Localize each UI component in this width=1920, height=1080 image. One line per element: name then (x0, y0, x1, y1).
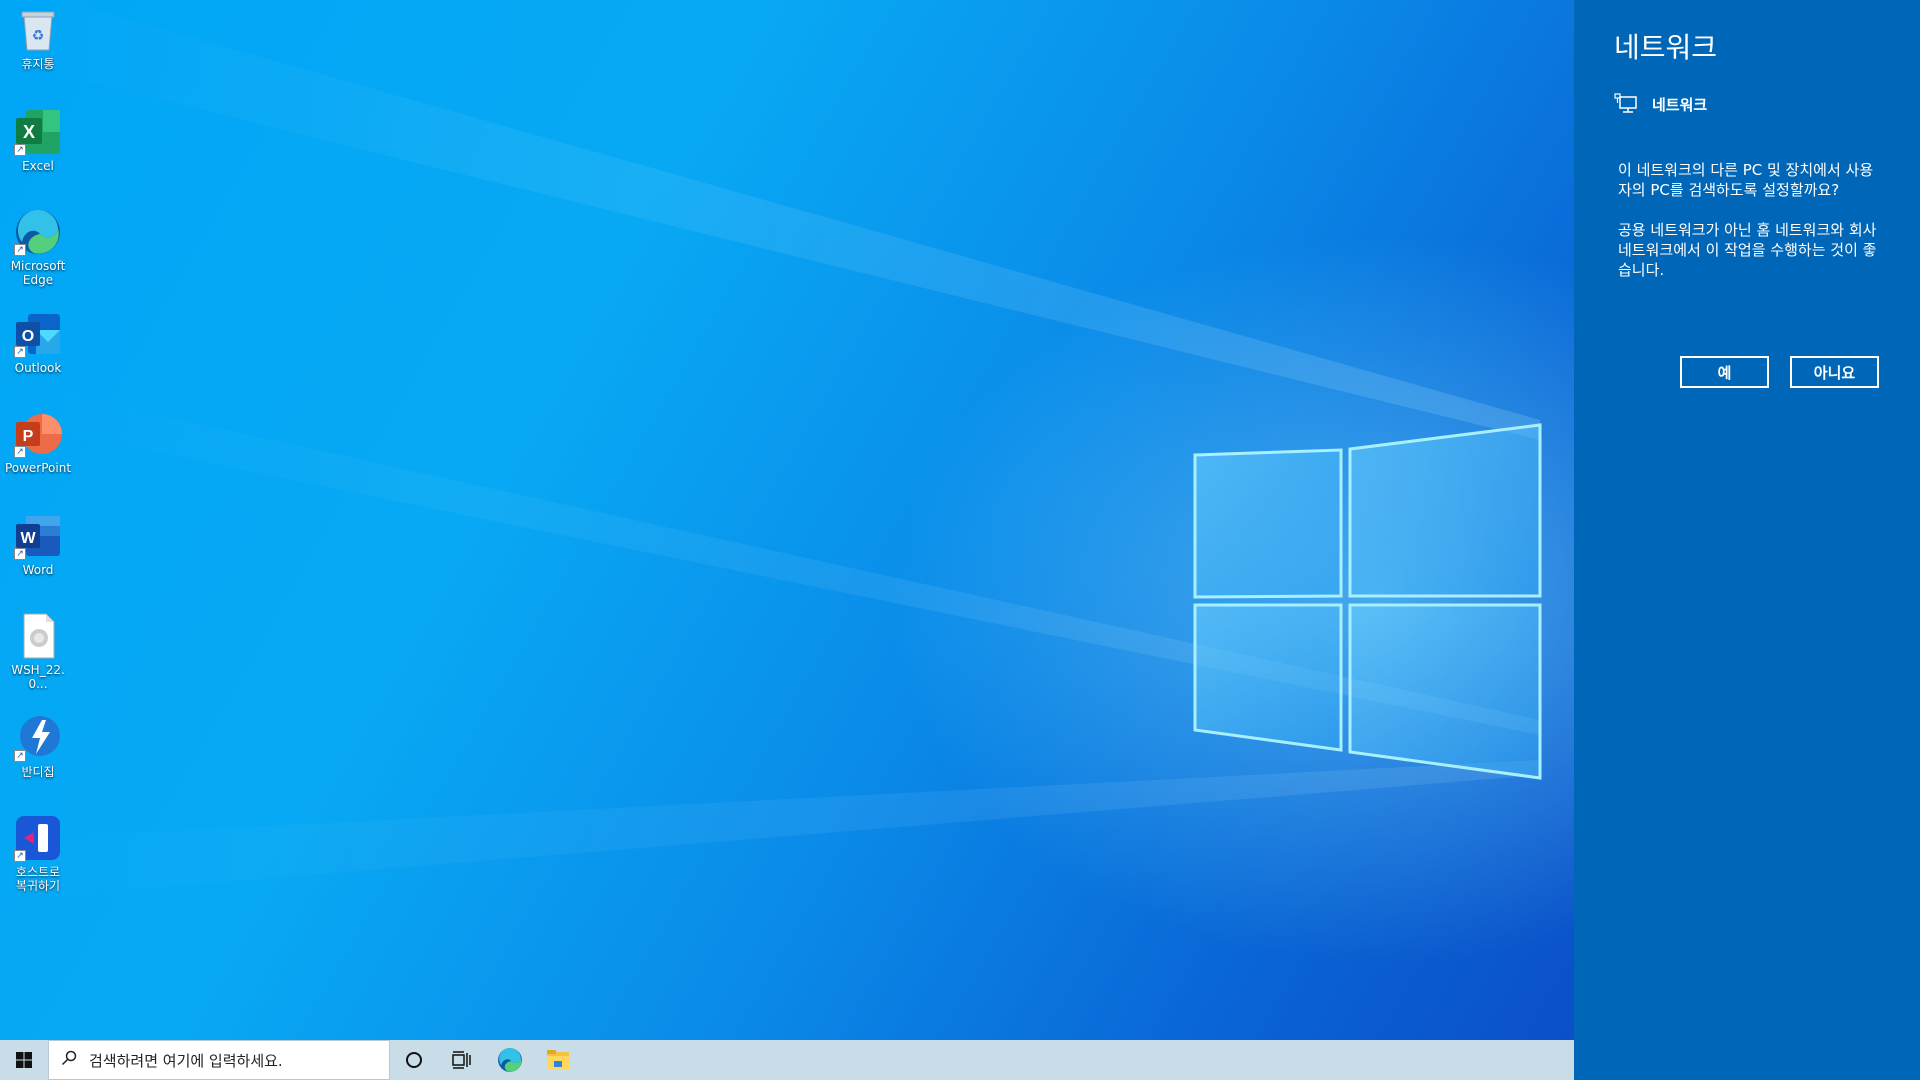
excel-icon: X ↗ (14, 108, 62, 156)
start-icon (16, 1052, 32, 1068)
network-item: 네트워크 (1614, 93, 1707, 115)
recycle-bin-icon: ♻ (14, 6, 62, 54)
taskbar-edge-button[interactable] (486, 1040, 534, 1080)
outlook-icon: O ↗ (14, 310, 62, 358)
discovery-question: 이 네트워크의 다른 PC 및 장치에서 사용자의 PC를 검색하도록 설정할까… (1618, 161, 1874, 199)
desktop-icon-word[interactable]: W ↗ Word (2, 512, 74, 577)
svg-text:♻: ♻ (32, 28, 45, 44)
desktop-icon-wsh-file[interactable]: WSH_22.0... (2, 612, 74, 691)
shortcut-arrow-icon: ↗ (14, 548, 26, 560)
shortcut-arrow-icon: ↗ (14, 446, 26, 458)
network-name: 네트워크 (1652, 95, 1708, 114)
desktop-icon-bandizip[interactable]: ↗ 반디집 (2, 714, 74, 779)
network-discovery-prompt: 이 네트워크의 다른 PC 및 장치에서 사용자의 PC를 검색하도록 설정할까… (1618, 160, 1878, 300)
desktop-icon-outlook[interactable]: O ↗ Outlook (2, 310, 74, 375)
svg-text:W: W (20, 530, 36, 547)
shortcut-arrow-icon: ↗ (14, 244, 26, 256)
desktop-icon-label: 휴지통 (21, 57, 55, 71)
svg-text:P: P (23, 428, 34, 445)
search-placeholder: 검색하려면 여기에 입력하세요. (89, 1051, 283, 1070)
file-explorer-icon (547, 1050, 569, 1069)
desktop-icon-label: 호스트로 복귀하기 (15, 865, 61, 893)
taskbar-search-box[interactable]: 검색하려면 여기에 입력하세요. (48, 1040, 390, 1080)
desktop-icon-label: PowerPoint (4, 461, 72, 475)
network-flyout: 네트워크 네트워크 이 네트워크의 다른 PC 및 장치에서 사용자의 PC를 … (1574, 0, 1920, 1080)
panel-title: 네트워크 (1614, 31, 1718, 64)
windows-wallpaper (0, 0, 1542, 900)
svg-text:O: O (22, 328, 34, 345)
task-view-icon (452, 1051, 471, 1069)
shortcut-arrow-icon: ↗ (14, 750, 26, 762)
desktop-icon-label: 반디집 (21, 765, 55, 779)
shortcut-arrow-icon: ↗ (14, 346, 26, 358)
bandizip-icon: ↗ (14, 714, 62, 762)
desktop-icon-label: WSH_22.0... (11, 663, 65, 691)
desktop-icon-label: Outlook (14, 361, 62, 375)
task-view-button[interactable] (438, 1040, 486, 1080)
network-ethernet-icon (1614, 93, 1637, 113)
return-to-host-icon: ↗ (14, 814, 62, 862)
start-button[interactable] (0, 1040, 48, 1080)
powerpoint-icon: P ↗ (14, 410, 62, 458)
yes-button[interactable]: 예 (1680, 356, 1769, 388)
svg-text:X: X (23, 122, 35, 142)
cortana-button[interactable] (390, 1040, 438, 1080)
shortcut-arrow-icon: ↗ (14, 850, 26, 862)
desktop-icon-label: Excel (22, 159, 54, 173)
taskbar-file-explorer-button[interactable] (534, 1040, 582, 1080)
word-icon: W ↗ (14, 512, 62, 560)
no-button[interactable]: 아니요 (1790, 356, 1879, 388)
discovery-advice: 공용 네트워크가 아닌 홈 네트워크와 회사 네트워크에서 이 작업을 수행하는… (1618, 221, 1877, 279)
desktop-icon-powerpoint[interactable]: P ↗ PowerPoint (2, 410, 74, 475)
cortana-icon (406, 1052, 422, 1068)
desktop-icon-label: Microsoft Edge (10, 259, 66, 287)
desktop-icon-recycle-bin[interactable]: ♻ 휴지통 (2, 6, 74, 71)
desktop-icon-edge[interactable]: ↗ Microsoft Edge (2, 208, 74, 287)
edge-icon (498, 1048, 522, 1072)
search-icon (49, 1050, 89, 1070)
desktop: ♻ 휴지통 X ↗ Excel ↗ Microsoft Edge O ↗ Out… (0, 0, 1574, 1040)
edge-icon: ↗ (14, 208, 62, 256)
shortcut-arrow-icon: ↗ (14, 144, 26, 156)
desktop-icon-label: Word (22, 563, 54, 577)
desktop-icon-return-to-host[interactable]: ↗ 호스트로 복귀하기 (2, 814, 74, 893)
file-icon (14, 612, 62, 660)
desktop-icon-excel[interactable]: X ↗ Excel (2, 108, 74, 173)
taskbar: 검색하려면 여기에 입력하세요. (0, 1040, 1574, 1080)
